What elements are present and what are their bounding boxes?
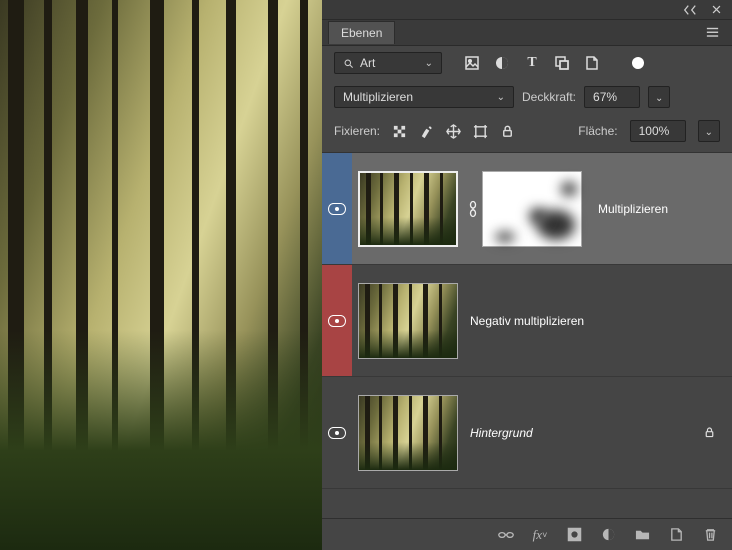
blend-mode-select[interactable]: Multiplizieren ⌄ xyxy=(334,86,514,108)
layer-thumbnail[interactable] xyxy=(358,171,458,247)
filter-type-label: Art xyxy=(360,56,375,70)
lock-artboard-icon[interactable] xyxy=(473,124,488,139)
filter-type-select[interactable]: Art ⌄ xyxy=(334,52,442,74)
adjustment-layer-icon[interactable] xyxy=(600,527,616,543)
fill-input[interactable]: 100% xyxy=(630,120,686,142)
opacity-input[interactable]: 67% xyxy=(584,86,640,108)
opacity-value: 67% xyxy=(593,90,617,104)
lock-icon[interactable] xyxy=(703,426,716,439)
close-icon[interactable] xyxy=(708,2,724,18)
tab-layers[interactable]: Ebenen xyxy=(328,21,395,44)
new-group-icon[interactable] xyxy=(634,527,650,543)
chevron-down-icon: ⌄ xyxy=(497,92,505,103)
layer-row[interactable]: Negativ multiplizieren xyxy=(322,265,732,377)
blend-mode-value: Multiplizieren xyxy=(343,90,413,104)
filter-smart-icon[interactable] xyxy=(584,55,600,71)
panel-tabs: Ebenen xyxy=(322,20,732,46)
layers-list: Multiplizieren Negativ multiplizieren Hi… xyxy=(322,152,732,518)
layer-row[interactable]: Hintergrund xyxy=(322,377,732,489)
link-mask-icon[interactable] xyxy=(468,200,478,218)
delete-layer-icon[interactable] xyxy=(702,527,718,543)
panel-dock-controls xyxy=(322,0,732,20)
opacity-stepper[interactable]: ⌄ xyxy=(648,86,670,108)
document-canvas[interactable] xyxy=(0,0,322,550)
layer-name[interactable]: Hintergrund xyxy=(470,426,533,440)
collapse-icon[interactable] xyxy=(682,2,698,18)
filter-shape-icon[interactable] xyxy=(554,55,570,71)
layer-fx-icon[interactable]: fx ˅ xyxy=(532,527,548,543)
layer-name[interactable]: Multiplizieren xyxy=(598,202,668,216)
layer-filter-row: Art ⌄ T xyxy=(322,46,732,80)
lock-position-icon[interactable] xyxy=(446,124,461,139)
filter-pixel-icon[interactable] xyxy=(464,55,480,71)
lock-pixels-icon[interactable] xyxy=(419,124,434,139)
eye-icon xyxy=(328,315,346,327)
visibility-toggle[interactable] xyxy=(322,265,352,376)
layer-thumbnail[interactable] xyxy=(358,395,458,471)
new-layer-icon[interactable] xyxy=(668,527,684,543)
eye-icon xyxy=(328,203,346,215)
filter-type-text-icon[interactable]: T xyxy=(524,55,540,71)
chevron-down-icon: ⌄ xyxy=(425,58,433,69)
opacity-label: Deckkraft: xyxy=(522,90,576,104)
visibility-toggle[interactable] xyxy=(322,377,352,488)
layer-name[interactable]: Negativ multiplizieren xyxy=(470,314,584,328)
lock-label: Fixieren: xyxy=(334,124,380,138)
layer-row[interactable]: Multiplizieren xyxy=(322,153,732,265)
layer-thumbnail[interactable] xyxy=(358,283,458,359)
fill-value: 100% xyxy=(639,124,670,138)
search-icon xyxy=(343,58,354,69)
filter-adjust-icon[interactable] xyxy=(494,55,510,71)
fill-stepper[interactable]: ⌄ xyxy=(698,120,720,142)
link-layers-icon[interactable] xyxy=(498,527,514,543)
eye-icon xyxy=(328,427,346,439)
layer-mask-thumbnail[interactable] xyxy=(482,171,582,247)
panel-footer: fx ˅ xyxy=(322,518,732,550)
lock-all-icon[interactable] xyxy=(500,124,515,139)
fill-label: Fläche: xyxy=(578,124,617,138)
panel-menu-icon[interactable] xyxy=(699,25,726,40)
add-mask-icon[interactable] xyxy=(566,527,582,543)
lock-transparency-icon[interactable] xyxy=(392,124,407,139)
visibility-toggle[interactable] xyxy=(322,153,352,264)
layers-panel: Ebenen Art ⌄ T Multiplizieren ⌄ Deckkraf… xyxy=(322,0,732,550)
filter-toggle[interactable] xyxy=(632,57,644,69)
